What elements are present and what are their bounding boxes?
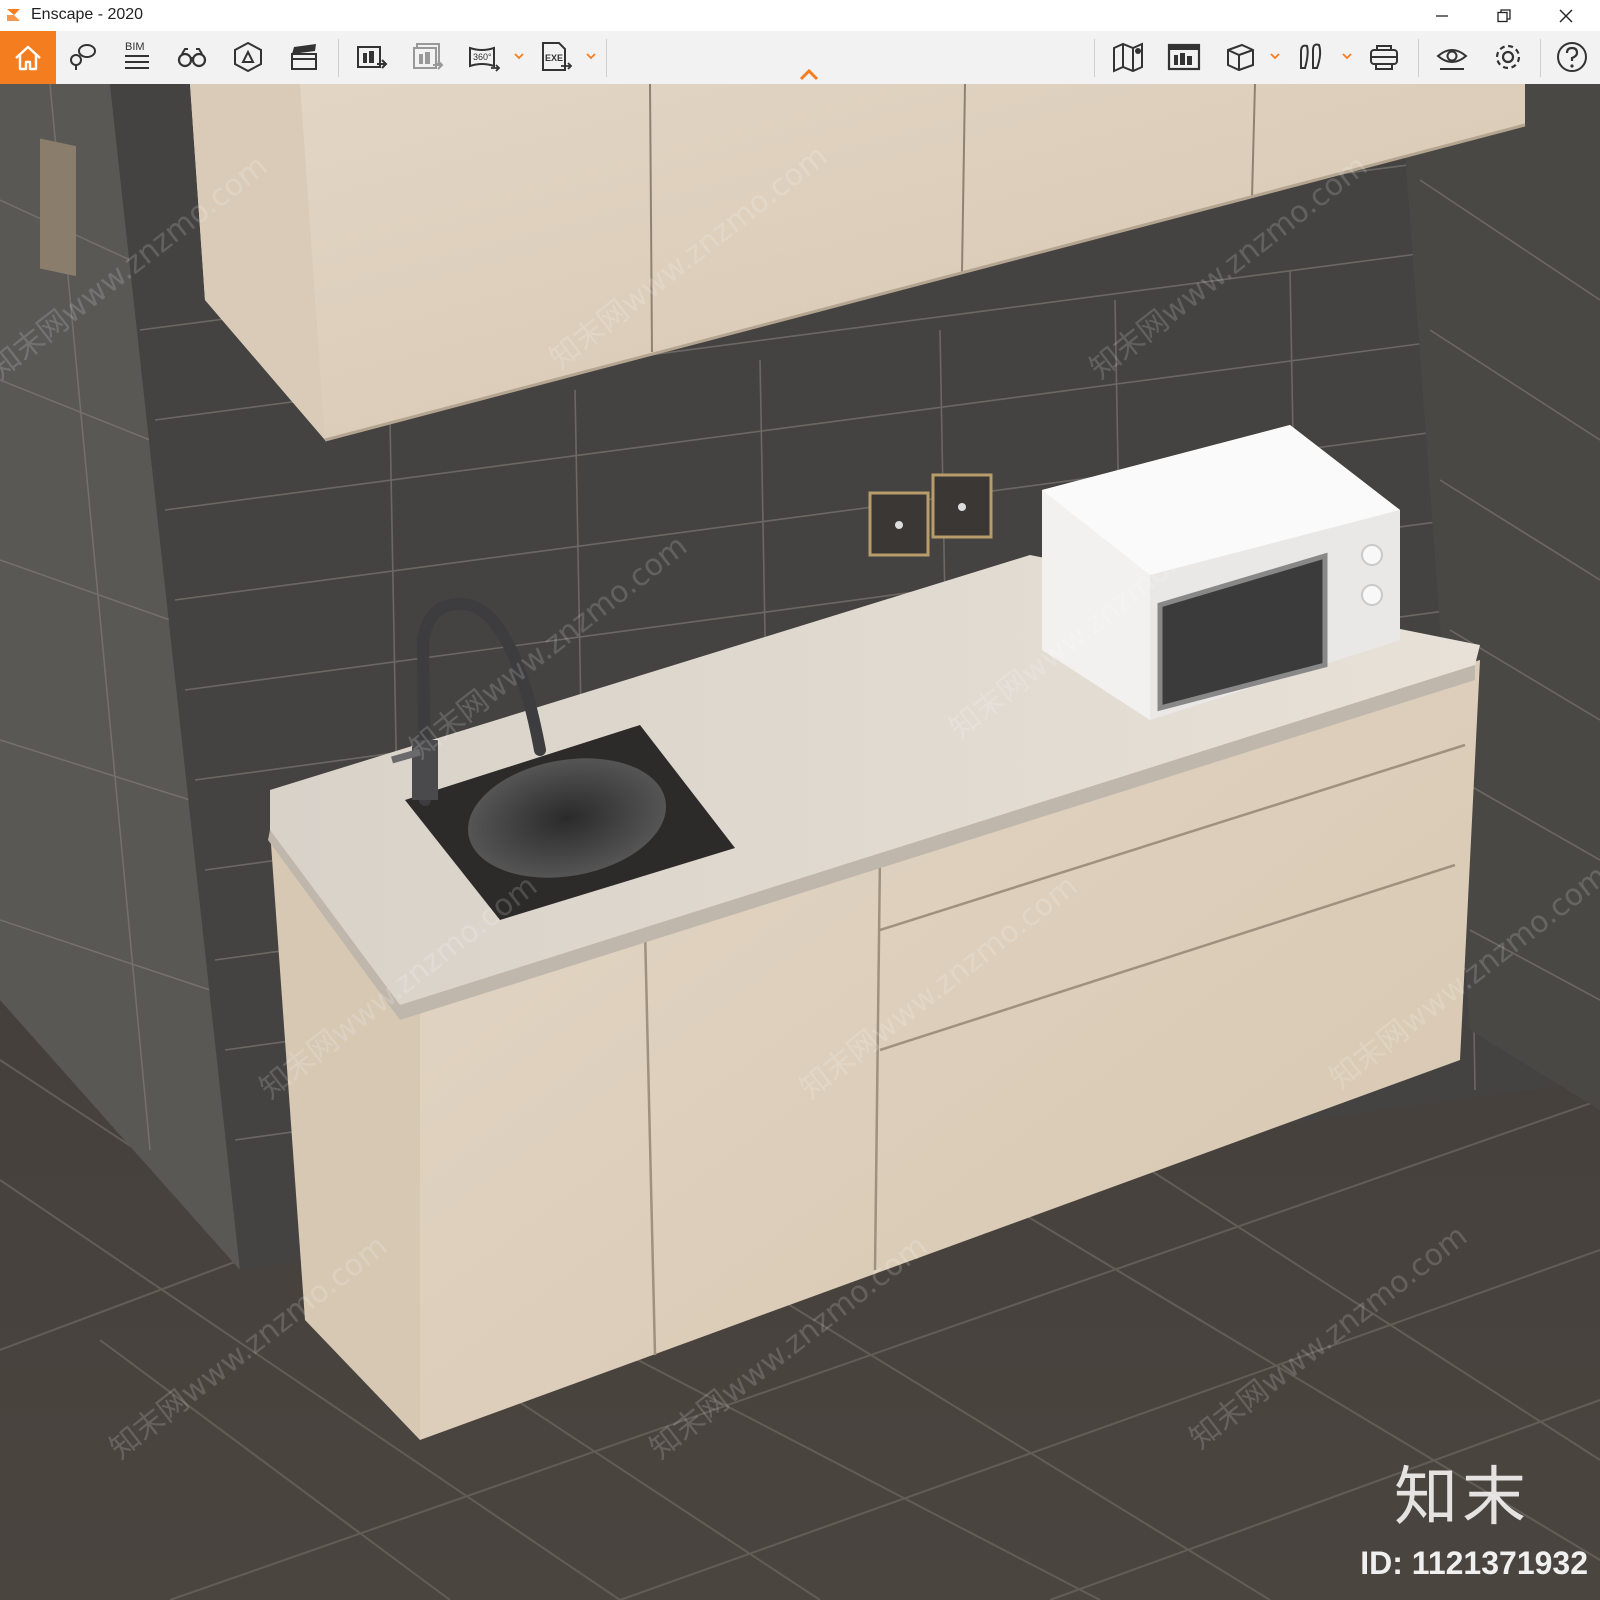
- batch-render-icon: [413, 43, 444, 70]
- location-button[interactable]: [60, 35, 104, 79]
- minimize-icon: [1436, 14, 1448, 17]
- watermark-logo: 知末: [1394, 1461, 1530, 1535]
- render-image-icon: [357, 46, 388, 69]
- binoculars-icon: [177, 48, 207, 68]
- clapperboard-icon: [291, 44, 317, 70]
- toolbar-separator: [338, 39, 339, 77]
- minimize-button[interactable]: [1412, 0, 1472, 31]
- vr-headset-icon: [1370, 45, 1398, 70]
- toolbar-separator: [606, 39, 607, 77]
- window-title: Enscape - 2020: [31, 6, 144, 23]
- chevron-up-icon[interactable]: [798, 68, 820, 82]
- video-editor-button[interactable]: [282, 35, 326, 79]
- map-pin-chat-icon: [70, 44, 96, 70]
- cube-button[interactable]: [1218, 35, 1262, 79]
- watermark-id: ID: 1121371932: [1360, 1545, 1588, 1581]
- home-button[interactable]: [0, 31, 56, 84]
- panorama-dropdown-chevron-icon[interactable]: [514, 51, 524, 61]
- toolbar-separator: [1540, 39, 1541, 77]
- enscape-logo-icon: [7, 9, 20, 21]
- asset-library-button[interactable]: [226, 35, 270, 79]
- map-icon: [1113, 42, 1143, 73]
- eye-icon: [1436, 49, 1468, 70]
- settings-button[interactable]: [1486, 35, 1530, 79]
- title-bar: Enscape - 2020: [0, 0, 1600, 31]
- export-exe-button[interactable]: EXE: [534, 35, 578, 79]
- panorama-label: 360°: [473, 52, 492, 62]
- batch-render-button[interactable]: [406, 35, 450, 79]
- bim-list-icon: BIM: [125, 41, 149, 69]
- kitchen-scene-render: 知末网www.znzmo.com 知末网www.znzmo.com 知末网www…: [0, 84, 1600, 1600]
- gear-icon: [1495, 44, 1521, 70]
- views-icon: [1167, 43, 1201, 71]
- bim-label: BIM: [125, 41, 145, 53]
- walk-dropdown-chevron-icon[interactable]: [1342, 51, 1352, 61]
- render-image-button[interactable]: [350, 35, 394, 79]
- cube-dropdown-chevron-icon[interactable]: [1270, 51, 1280, 61]
- render-viewport[interactable]: 知末网www.znzmo.com 知末网www.znzmo.com 知末网www…: [0, 84, 1600, 1600]
- help-button[interactable]: [1550, 35, 1594, 79]
- cube-icon: [1227, 43, 1254, 72]
- visual-settings-button[interactable]: [1430, 35, 1474, 79]
- restore-icon: [1497, 8, 1511, 22]
- close-icon: [1559, 9, 1573, 22]
- asset-library-icon: [234, 41, 262, 73]
- footprints-icon: [1300, 43, 1322, 69]
- map-button[interactable]: [1106, 35, 1150, 79]
- vr-headset-button[interactable]: [1362, 35, 1406, 79]
- export-exe-icon: EXE: [542, 42, 573, 71]
- bim-button[interactable]: BIM: [114, 35, 158, 79]
- close-button[interactable]: [1536, 0, 1596, 31]
- manage-views-button[interactable]: [1162, 35, 1206, 79]
- help-icon: [1557, 42, 1587, 72]
- main-toolbar: BIM 360° EXE: [0, 31, 1600, 85]
- home-icon: [15, 45, 41, 70]
- walk-mode-button[interactable]: [1290, 35, 1334, 79]
- export-dropdown-chevron-icon[interactable]: [586, 51, 596, 61]
- binoculars-button[interactable]: [170, 35, 214, 79]
- toolbar-separator: [1094, 39, 1095, 77]
- toolbar-separator: [1418, 39, 1419, 77]
- panorama-button[interactable]: 360°: [462, 35, 506, 79]
- restore-button[interactable]: [1474, 0, 1534, 31]
- panorama-360-icon: 360°: [469, 46, 501, 72]
- exe-label: EXE: [545, 53, 563, 63]
